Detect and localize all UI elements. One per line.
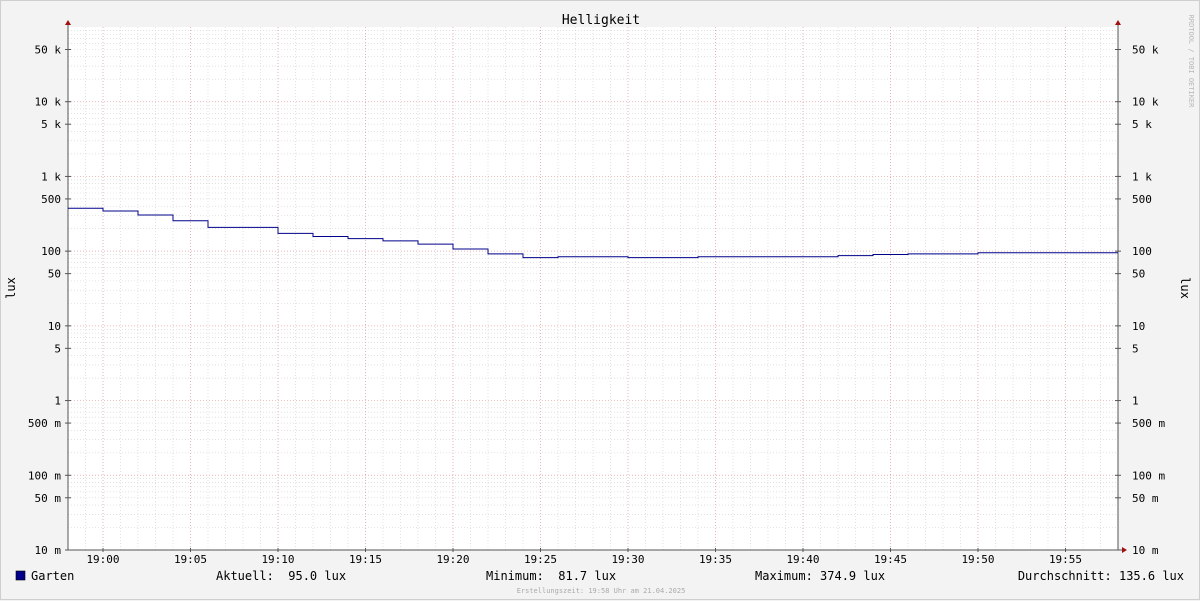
y-tick-label-right: 50 k — [1132, 43, 1159, 56]
y-tick-label-left: 500 m — [28, 417, 61, 430]
y-tick-label-right: 5 k — [1132, 118, 1152, 131]
x-tick-label: 19:15 — [349, 553, 382, 566]
legend-color-swatch — [15, 570, 26, 581]
x-tick-label: 19:55 — [1049, 553, 1082, 566]
y-tick-label-left: 10 — [48, 320, 61, 333]
y-tick-label-right: 10 — [1132, 320, 1145, 333]
y-tick-label-right: 500 m — [1132, 417, 1165, 430]
x-tick-label: 19:00 — [86, 553, 119, 566]
x-tick-label: 19:30 — [611, 553, 644, 566]
y-tick-label-left: 5 — [54, 342, 61, 355]
x-tick-label: 19:20 — [436, 553, 469, 566]
y-tick-label-left: 50 k — [35, 43, 62, 56]
y-tick-label-left: 1 k — [41, 170, 61, 183]
legend-current: Aktuell: 95.0 lux — [216, 569, 346, 583]
x-tick-label: 19:10 — [261, 553, 294, 566]
y-tick-label-left: 100 m — [28, 469, 61, 482]
chart-frame: Helligkeit 50 k 50 k 10 k 10 k 5 k 5 k 1 k 1 k 5… — [0, 0, 1200, 600]
y-tick-label-right: 100 m — [1132, 469, 1165, 482]
grid — [68, 27, 1118, 550]
y-tick-label-right: 10 k — [1132, 96, 1159, 109]
y-tick-label-left: 500 — [41, 193, 61, 206]
y-axis-arrow-right — [1115, 20, 1121, 25]
x-axis-arrow — [1122, 547, 1127, 553]
y-tick-label-right: 50 m — [1132, 492, 1159, 505]
y-tick-label-right: 10 m — [1132, 544, 1159, 557]
legend-maximum: Maximum: 374.9 lux — [755, 569, 885, 583]
y-tick-label-right: 100 — [1132, 245, 1152, 258]
y-tick-label-right: 5 — [1132, 342, 1139, 355]
y-tick-label-left: 100 — [41, 245, 61, 258]
y-tick-label-right: 50 — [1132, 268, 1145, 281]
y-axis-label-right: lux — [1178, 277, 1192, 299]
legend-series-name: Garten — [31, 569, 74, 583]
y-tick-label-left: 1 — [54, 395, 61, 408]
y-tick-label-left: 10 k — [35, 96, 62, 109]
x-tick-label: 19:40 — [786, 553, 819, 566]
chart-title: Helligkeit — [562, 13, 640, 28]
x-tick-label: 19:05 — [174, 553, 207, 566]
y-tick-label-left: 10 m — [35, 544, 62, 557]
footer-timestamp: Erstellungszeit: 19:58 Uhr am 21.04.2025 — [517, 587, 686, 595]
y-tick-label-right: 1 k — [1132, 170, 1152, 183]
y-tick-label-left: 50 m — [35, 492, 62, 505]
y-tick-label-left: 50 — [48, 268, 61, 281]
x-tick-labels: 19:00 19:05 19:10 19:15 19:20 19:25 19:30 19:35… — [86, 553, 1082, 566]
y-tick-label-right: 500 — [1132, 193, 1152, 206]
y-axis-arrow-left — [65, 20, 71, 25]
y-tick-label-left: 5 k — [41, 118, 61, 131]
x-tick-label: 19:25 — [524, 553, 557, 566]
legend-minimum: Minimum: 81.7 lux — [486, 569, 616, 583]
x-tick-label: 19:50 — [961, 553, 994, 566]
legend-average: Durchschnitt: 135.6 lux — [1018, 569, 1184, 583]
y-tick-label-right: 1 — [1132, 395, 1139, 408]
y-axis-label-left: lux — [4, 277, 18, 299]
chart-svg: Helligkeit 50 k 50 k 10 k 10 k 5 k 5 k 1 k 1 k 5… — [4, 13, 1195, 595]
x-tick-label: 19:45 — [874, 553, 907, 566]
x-tick-label: 19:35 — [699, 553, 732, 566]
watermark: RRDTOOL / TOBI OETIKER — [1187, 15, 1195, 109]
